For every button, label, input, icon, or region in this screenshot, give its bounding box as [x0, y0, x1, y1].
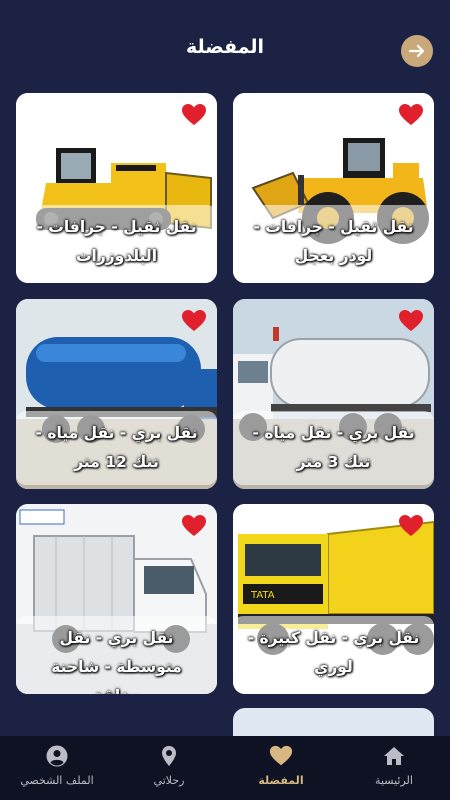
- app-header: المفضلة: [0, 22, 450, 78]
- favorite-card[interactable]: نقل ثقيل - جرافات - لودر بعجل: [233, 93, 434, 283]
- nav-item-profile[interactable]: الملف الشخصي: [12, 744, 102, 794]
- nav-label-home: الرئيسية: [375, 774, 413, 787]
- nav-item-trips[interactable]: رحلاتي: [124, 744, 214, 794]
- card-title: نقل ثقيل - جرافات - البلدوزرات: [16, 205, 217, 279]
- bottom-navigation: الرئيسية المفضلة رحلاتي الملف الشخصي: [0, 736, 450, 800]
- heart-icon[interactable]: [181, 514, 207, 538]
- home-icon: [384, 747, 404, 765]
- favorite-card[interactable]: نقل بري - نقل متوسطة - شاحنة مغلقة: [16, 504, 217, 694]
- card-title: نقل بري - نقل مياه - تنك 3 متر: [233, 411, 434, 485]
- favorite-card-partial[interactable]: [233, 708, 434, 738]
- nav-label-profile: الملف الشخصي: [20, 774, 94, 787]
- status-bar: [0, 0, 450, 22]
- card-title: نقل بري - نقل مياه - تنك 12 متر: [16, 411, 217, 485]
- favorite-card[interactable]: نقل بري - نقل مياه - تنك 3 متر: [233, 299, 434, 489]
- arrow-right-icon: [408, 44, 425, 58]
- heart-icon[interactable]: [181, 103, 207, 127]
- card-title: نقل بري - نقل كبيرة - لوري: [233, 616, 434, 690]
- back-button[interactable]: [401, 35, 433, 67]
- svg-text:TATA: TATA: [250, 590, 275, 601]
- nav-item-favorites[interactable]: المفضلة: [236, 744, 326, 794]
- location-pin-icon: [162, 746, 176, 766]
- favorite-card[interactable]: TATA نقل بري - نقل كبيرة - لوري: [233, 504, 434, 694]
- nav-item-home[interactable]: الرئيسية: [349, 744, 439, 794]
- heart-icon[interactable]: [398, 103, 424, 127]
- favorite-card[interactable]: نقل بري - نقل مياه - تنك 12 متر: [16, 299, 217, 489]
- heart-icon[interactable]: [398, 514, 424, 538]
- nav-label-trips: رحلاتي: [153, 774, 185, 787]
- heart-icon: [269, 745, 293, 766]
- card-title: نقل بري - نقل متوسطة - شاحنة مغلقة: [16, 616, 217, 694]
- heart-icon[interactable]: [398, 309, 424, 333]
- profile-icon: [46, 745, 68, 767]
- heart-icon[interactable]: [181, 309, 207, 333]
- card-title: نقل ثقيل - جرافات - لودر بعجل: [233, 205, 434, 279]
- page-title: المفضلة: [185, 36, 265, 58]
- favorite-card[interactable]: نقل ثقيل - جرافات - البلدوزرات: [16, 93, 217, 283]
- nav-label-favorites: المفضلة: [258, 774, 304, 787]
